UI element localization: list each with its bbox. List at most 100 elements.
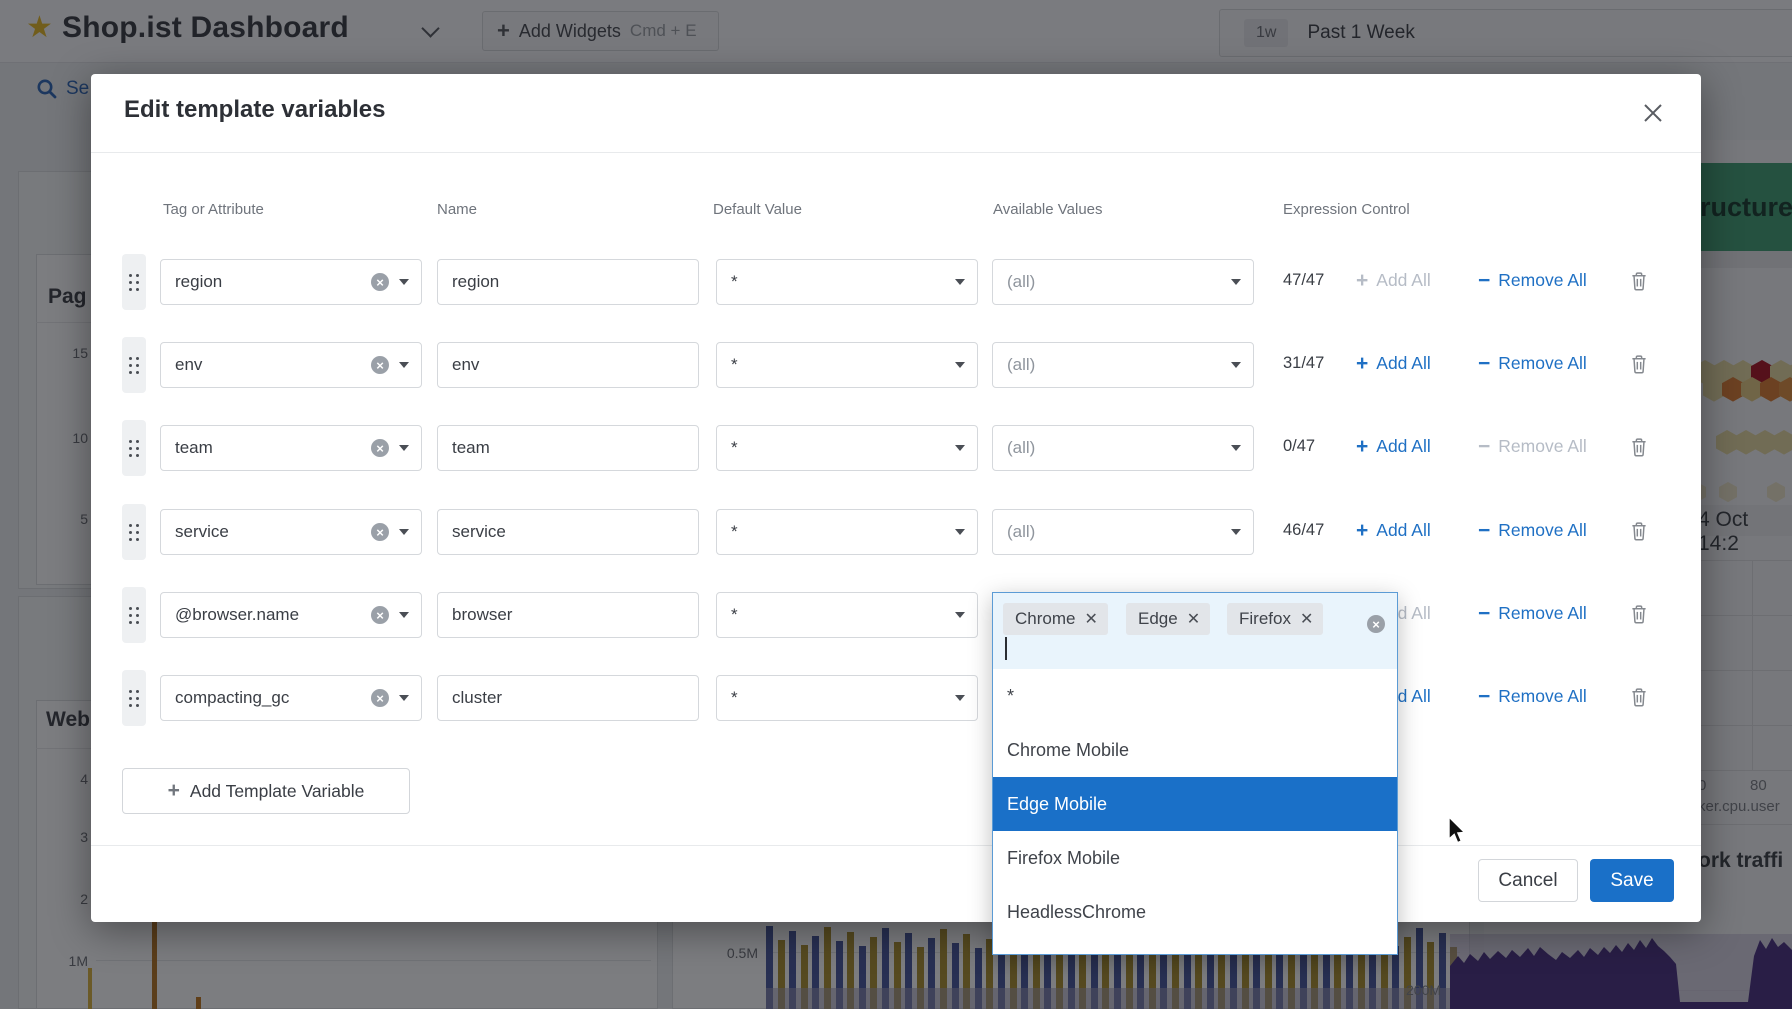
tag-attribute-select[interactable]: compacting_gc × [160, 675, 422, 721]
name-input[interactable]: cluster [437, 675, 699, 721]
column-header-available: Available Values [993, 201, 1103, 218]
remove-all-button[interactable]: −Remove All [1478, 436, 1587, 457]
remove-all-button[interactable]: −Remove All [1478, 270, 1587, 291]
tag-attribute-select[interactable]: service × [160, 509, 422, 555]
tag-attribute-select[interactable]: @browser.name × [160, 592, 422, 638]
clear-tag-icon[interactable]: × [371, 356, 389, 374]
available-values-select[interactable]: (all) [992, 509, 1254, 555]
chevron-down-icon [955, 279, 965, 285]
value-chip[interactable]: Firefox✕ [1227, 603, 1323, 635]
selected-values-input[interactable]: × Chrome✕ Edge✕ Firefox✕ [993, 593, 1397, 669]
chevron-down-icon [1231, 529, 1241, 535]
trash-icon[interactable] [1630, 271, 1648, 296]
drag-handle[interactable] [122, 420, 146, 476]
name-input[interactable]: env [437, 342, 699, 388]
chevron-down-icon [955, 695, 965, 701]
remove-chip-icon[interactable]: ✕ [1187, 609, 1200, 629]
column-header-default: Default Value [713, 201, 802, 218]
remove-all-button[interactable]: −Remove All [1478, 520, 1587, 541]
trash-icon[interactable] [1630, 687, 1648, 712]
available-values-select[interactable]: (all) [992, 259, 1254, 305]
chevron-down-icon [399, 529, 409, 535]
dropdown-option[interactable]: Edge Mobile [993, 777, 1397, 831]
chevron-down-icon [955, 445, 965, 451]
tag-attribute-select[interactable]: env × [160, 342, 422, 388]
default-value-select[interactable]: * [716, 675, 978, 721]
chevron-down-icon [399, 612, 409, 618]
cancel-button[interactable]: Cancel [1478, 859, 1578, 902]
chevron-down-icon [1231, 445, 1241, 451]
template-variable-row: region × region * (all) 47/47 +Add All −… [91, 259, 1701, 305]
remove-all-button[interactable]: −Remove All [1478, 353, 1587, 374]
trash-icon[interactable] [1630, 437, 1648, 462]
close-icon[interactable] [1636, 96, 1670, 130]
drag-handle[interactable] [122, 254, 146, 310]
chevron-down-icon [955, 612, 965, 618]
template-variable-row: service × service * (all) 46/47 +Add All… [91, 509, 1701, 555]
plus-icon: + [168, 779, 180, 803]
template-variable-row: team × team * (all) 0/47 +Add All −Remov… [91, 425, 1701, 471]
available-values-select[interactable]: (all) [992, 425, 1254, 471]
name-input[interactable]: region [437, 259, 699, 305]
remove-chip-icon[interactable]: ✕ [1084, 609, 1097, 629]
default-value-select[interactable]: * [716, 425, 978, 471]
add-template-variable-button[interactable]: + Add Template Variable [122, 768, 410, 814]
chevron-down-icon [399, 362, 409, 368]
column-header-expression: Expression Control [1283, 201, 1410, 218]
screen: ★ Shop.ist Dashboard + Add Widgets Cmd +… [0, 0, 1792, 1009]
name-input[interactable]: service [437, 509, 699, 555]
template-variable-row: compacting_gc × cluster * +Add All −Remo… [91, 675, 1701, 721]
default-value-select[interactable]: * [716, 592, 978, 638]
drag-handle[interactable] [122, 337, 146, 393]
clear-tag-icon[interactable]: × [371, 606, 389, 624]
chevron-down-icon [1231, 362, 1241, 368]
text-caret [1005, 637, 1007, 660]
divider [91, 152, 1701, 153]
mouse-cursor [1448, 816, 1467, 845]
edit-template-variables-modal: Edit template variables Tag or Attribute… [91, 74, 1701, 922]
add-all-button[interactable]: +Add All [1356, 270, 1431, 291]
dropdown-option[interactable]: Chrome Mobile [993, 723, 1397, 777]
chevron-down-icon [399, 445, 409, 451]
drag-handle[interactable] [122, 504, 146, 560]
values-counter: 31/47 [1283, 354, 1324, 373]
remove-all-button[interactable]: −Remove All [1478, 686, 1587, 707]
column-header-name: Name [437, 201, 477, 218]
dropdown-option[interactable]: Firefox Mobile [993, 831, 1397, 885]
drag-handle[interactable] [122, 670, 146, 726]
add-all-button[interactable]: +Add All [1356, 436, 1431, 457]
chevron-down-icon [955, 529, 965, 535]
value-chip[interactable]: Chrome✕ [1003, 603, 1108, 635]
chevron-down-icon [955, 362, 965, 368]
trash-icon[interactable] [1630, 521, 1648, 546]
tag-attribute-select[interactable]: team × [160, 425, 422, 471]
value-chip[interactable]: Edge✕ [1126, 603, 1210, 635]
available-values-select[interactable]: (all) [992, 342, 1254, 388]
remove-chip-icon[interactable]: ✕ [1300, 609, 1313, 629]
remove-all-button[interactable]: −Remove All [1478, 603, 1587, 624]
trash-icon[interactable] [1630, 604, 1648, 629]
name-input[interactable]: team [437, 425, 699, 471]
default-value-select[interactable]: * [716, 259, 978, 305]
drag-handle[interactable] [122, 587, 146, 643]
modal-title: Edit template variables [124, 96, 385, 124]
values-counter: 0/47 [1283, 437, 1315, 456]
template-variable-row: @browser.name × browser * +Add All −Remo… [91, 592, 1701, 638]
save-button[interactable]: Save [1590, 859, 1674, 902]
dropdown-option[interactable]: HeadlessChrome [993, 885, 1397, 939]
default-value-select[interactable]: * [716, 342, 978, 388]
chevron-down-icon [1231, 279, 1241, 285]
available-values-popover: × Chrome✕ Edge✕ Firefox✕ *Chrome MobileEdg… [992, 592, 1398, 955]
clear-tag-icon[interactable]: × [371, 689, 389, 707]
add-all-button[interactable]: +Add All [1356, 353, 1431, 374]
dropdown-option[interactable]: * [993, 669, 1397, 723]
name-input[interactable]: browser [437, 592, 699, 638]
clear-tag-icon[interactable]: × [371, 439, 389, 457]
add-all-button[interactable]: +Add All [1356, 520, 1431, 541]
trash-icon[interactable] [1630, 354, 1648, 379]
clear-tag-icon[interactable]: × [371, 523, 389, 541]
clear-tag-icon[interactable]: × [371, 273, 389, 291]
default-value-select[interactable]: * [716, 509, 978, 555]
tag-attribute-select[interactable]: region × [160, 259, 422, 305]
clear-all-icon[interactable]: × [1367, 615, 1385, 633]
